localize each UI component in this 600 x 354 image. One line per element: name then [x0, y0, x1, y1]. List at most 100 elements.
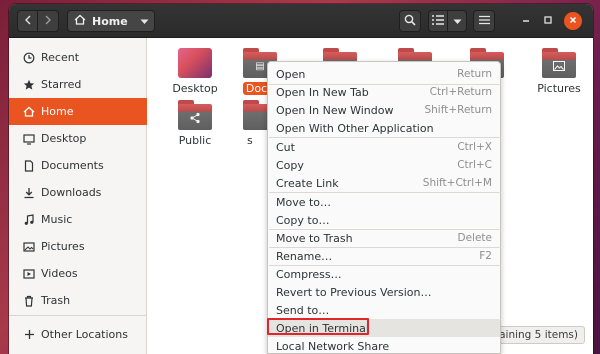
menu-item-open-new-window[interactable]: Open In New Window Shift+Return [268, 101, 500, 119]
caret-down-icon [453, 15, 462, 28]
main-menu-button[interactable] [473, 10, 495, 32]
sidebar-item-pictures[interactable]: Pictures [9, 233, 147, 260]
file-name: Desktop [172, 82, 218, 95]
chevron-left-icon [24, 15, 32, 28]
menu-item-accel: Shift+Return [424, 104, 492, 116]
menu-item-accel: Ctrl+X [457, 141, 492, 153]
view-toggle-button[interactable] [428, 10, 448, 32]
sidebar-item-downloads[interactable]: Downloads [9, 179, 147, 206]
sidebar-item-label: Trash [41, 294, 71, 307]
sidebar-item-videos[interactable]: Videos [9, 260, 147, 287]
file-name: Public [178, 134, 212, 147]
menu-item-label: Create Link [276, 176, 339, 190]
menu-item-label: Move to… [276, 195, 332, 209]
sidebar-item-label: Pictures [41, 240, 85, 253]
menu-item-label: Copy [276, 158, 304, 172]
menu-item-label: Open [276, 67, 306, 81]
menu-item-label: Cut [276, 140, 295, 154]
chevron-right-icon [44, 15, 52, 28]
music-icon [23, 213, 35, 226]
menu-item-label: Rename… [276, 249, 333, 263]
menu-item-label: Open With Other Application [276, 121, 434, 135]
menu-item-label: Compress… [276, 267, 342, 281]
minimize-icon [521, 15, 531, 28]
menu-item-label: Open in Terminal [276, 321, 369, 335]
menu-item-copy[interactable]: Copy Ctrl+C [268, 156, 500, 174]
sidebar: Recent Starred Home Desktop Documents Do… [9, 38, 147, 354]
sidebar-item-label: Starred [41, 78, 82, 91]
sidebar-item-starred[interactable]: Starred [9, 71, 147, 98]
menu-item-open-in-terminal[interactable]: Open in Terminal [268, 319, 500, 337]
menu-item-send-to[interactable]: Send to… [268, 301, 500, 319]
sidebar-item-recent[interactable]: Recent [9, 44, 147, 71]
menu-item-accel: Delete [457, 232, 493, 244]
menu-item-open-with-other-application[interactable]: Open With Other Application [268, 119, 500, 137]
menu-item-cut[interactable]: Cut Ctrl+X [268, 138, 500, 156]
menu-item-compress[interactable]: Compress… [268, 265, 500, 283]
close-icon [568, 15, 578, 28]
sidebar-item-label: Recent [41, 51, 80, 64]
menu-item-create-link[interactable]: Create Link Shift+Ctrl+M [268, 174, 500, 192]
view-options-dropdown[interactable] [448, 10, 467, 32]
menu-item-revert-version[interactable]: Revert to Previous Version… [268, 283, 500, 301]
sidebar-item-label: Downloads [41, 186, 102, 199]
document-icon [23, 159, 35, 172]
sidebar-item-label: Desktop [41, 132, 87, 145]
menu-item-move-to-trash[interactable]: Move to Trash Delete [268, 229, 500, 247]
search-icon [404, 14, 416, 29]
forward-button[interactable] [38, 10, 59, 32]
context-menu: Open Return Open In New Tab Ctrl+Return … [267, 61, 501, 354]
menu-item-rename[interactable]: Rename… F2 [268, 247, 500, 265]
video-icon [23, 268, 35, 280]
menu-item-label: Open In New Window [276, 103, 394, 117]
picture-icon [23, 241, 35, 253]
menu-item-label: Move to Trash [276, 231, 353, 245]
menu-item-accel: F2 [479, 250, 492, 262]
file-item-pictures[interactable]: Pictures [524, 48, 593, 95]
menu-item-accel: Return [457, 68, 492, 80]
home-icon [74, 14, 86, 28]
sidebar-item-label: Home [41, 105, 74, 118]
sidebar-item-desktop[interactable]: Desktop [9, 125, 147, 152]
sidebar-item-label: Music [41, 213, 73, 226]
clock-icon [23, 52, 35, 64]
sidebar-item-music[interactable]: Music [9, 206, 147, 233]
sidebar-item-home[interactable]: Home [9, 98, 147, 125]
file-item-desktop[interactable]: Desktop [160, 48, 230, 95]
sidebar-item-label: Other Locations [41, 328, 128, 341]
sidebar-item-trash[interactable]: Trash [9, 287, 147, 314]
menu-item-label: Open In New Tab [276, 85, 369, 99]
menu-item-move-to[interactable]: Move to… [268, 193, 500, 211]
menu-item-open[interactable]: Open Return [268, 65, 500, 83]
star-icon [23, 79, 35, 91]
menu-item-local-network-share[interactable]: Local Network Share [268, 337, 500, 354]
download-icon [23, 187, 35, 199]
menu-item-accel: Shift+Ctrl+M [422, 177, 492, 189]
sidebar-item-label: Documents [41, 159, 104, 172]
menu-item-label: Revert to Previous Version… [276, 285, 432, 299]
sidebar-item-documents[interactable]: Documents [9, 152, 147, 179]
file-name: Pictures [537, 82, 581, 95]
sidebar-divider [9, 315, 147, 316]
menu-item-label: Local Network Share [276, 339, 390, 353]
file-item-public[interactable]: Public [160, 100, 230, 147]
caret-down-icon[interactable] [140, 15, 149, 28]
desktop-folder-icon [178, 48, 212, 78]
menu-item-accel: Ctrl+C [457, 159, 492, 171]
path-bar-home[interactable]: Home [67, 10, 155, 32]
maximize-button[interactable] [539, 12, 557, 30]
desktop-icon [23, 133, 35, 145]
back-button[interactable] [17, 10, 38, 32]
trash-icon [23, 295, 35, 307]
header-bar: Home [9, 4, 593, 38]
search-button[interactable] [399, 10, 421, 32]
path-label: Home [92, 14, 128, 28]
home-icon [23, 106, 35, 118]
menu-item-copy-to[interactable]: Copy to… [268, 211, 500, 229]
close-button[interactable] [564, 12, 582, 30]
menu-item-open-new-tab[interactable]: Open In New Tab Ctrl+Return [268, 83, 500, 101]
minimize-button[interactable] [517, 12, 535, 30]
sidebar-item-other-locations[interactable]: Other Locations [9, 321, 147, 348]
maximize-icon [543, 15, 553, 28]
plus-icon [23, 329, 35, 341]
